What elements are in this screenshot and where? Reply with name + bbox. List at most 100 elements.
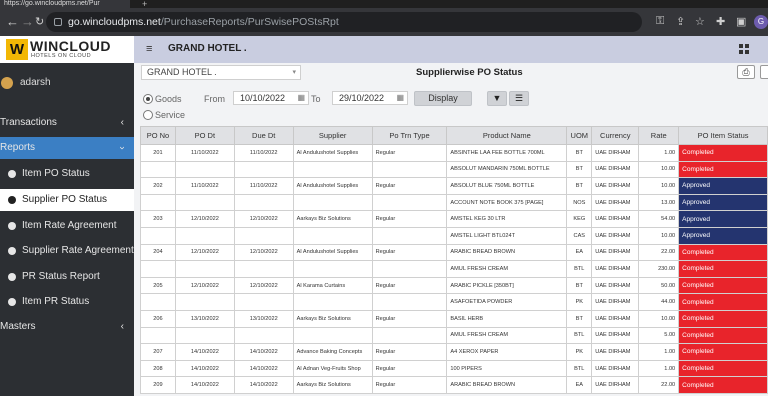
- table-row[interactable]: 204 12/10/2022 12/10/2022 Al Andulushotel S…: [140, 243, 768, 262]
- sidebar-item-label: Item Rate Agreement: [22, 220, 117, 231]
- table-cell: 12/10/2022: [174, 243, 235, 262]
- table-row[interactable]: AMUL FRESH CREAM BTL UAE DIRHAM 230.00 Compl…: [140, 260, 768, 278]
- column-header[interactable]: Due Dt: [233, 126, 294, 145]
- table-cell: [371, 226, 448, 245]
- table-row[interactable]: 209 14/10/2022 14/10/2022 Aarkays Biz Solut…: [140, 376, 768, 394]
- sidebar-item-item-rate-agreement[interactable]: Item Rate Agreement: [0, 215, 134, 237]
- sidebar-item-supplier-po-status[interactable]: Supplier PO Status: [0, 189, 134, 211]
- table-row[interactable]: 201 11/10/2022 11/10/2022 Al Andulushotel S…: [140, 144, 768, 162]
- table-cell: UAE DIRHAM: [591, 177, 640, 195]
- table-row[interactable]: 205 12/10/2022 12/10/2022 Al Karama Curtain…: [140, 276, 768, 295]
- column-header[interactable]: PO No: [140, 126, 176, 145]
- table-cell: AMUL FRESH CREAM: [446, 326, 568, 345]
- table-cell: [140, 193, 176, 212]
- list-view-button[interactable]: ☰: [509, 91, 529, 106]
- column-header[interactable]: PO Item Status: [678, 126, 768, 145]
- table-row[interactable]: 202 11/10/2022 11/10/2022 Al Andulushotel S…: [140, 177, 768, 195]
- table-cell: NOS: [566, 193, 593, 212]
- table-cell: 207: [140, 343, 176, 361]
- table-row[interactable]: ACCOUNT NOTE BOOK 375 [PAGE] NOS UAE DIRHA…: [140, 193, 768, 212]
- column-header[interactable]: PO Dt: [174, 126, 235, 145]
- star-icon[interactable]: ☆: [695, 15, 705, 28]
- table-cell: [233, 160, 294, 179]
- table-cell: EA: [566, 376, 593, 394]
- export-button[interactable]: [760, 65, 768, 79]
- table-cell: 54.00: [638, 210, 680, 228]
- sidebar-item-label: Item PR Status: [22, 296, 90, 307]
- table-row[interactable]: 207 14/10/2022 14/10/2022 Advance Baking Co…: [140, 343, 768, 361]
- column-header[interactable]: Supplier: [292, 126, 373, 145]
- table-cell: 14/10/2022: [174, 376, 235, 394]
- menu-icon[interactable]: ≡: [146, 43, 152, 55]
- table-cell: [371, 326, 448, 345]
- table-cell: Regular: [371, 359, 448, 378]
- table-cell: BTL: [566, 359, 593, 378]
- sidebar-item-transactions[interactable]: Transactions ‹: [0, 112, 134, 134]
- reload-icon[interactable]: ↻: [35, 15, 44, 29]
- sidebar-item-reports[interactable]: Reports ‹: [0, 137, 134, 159]
- table-cell: Regular: [371, 309, 448, 328]
- table-cell: 12/10/2022: [233, 243, 294, 262]
- table-cell: 202: [140, 177, 176, 195]
- address-bar[interactable]: go.wincloudpms.net/PurchaseReports/PurSw…: [46, 12, 642, 32]
- table-row[interactable]: ABSOLUT MANDARIN 750ML BOTTLE BT UAE DIRHA…: [140, 160, 768, 179]
- key-icon[interactable]: ⚿: [656, 15, 664, 28]
- column-header[interactable]: Po Trn Type: [371, 126, 448, 145]
- table-cell: UAE DIRHAM: [591, 326, 640, 345]
- column-header[interactable]: UOM: [566, 126, 593, 145]
- column-header[interactable]: Rate: [638, 126, 680, 145]
- hotel-select[interactable]: GRAND HOTEL . ▾: [141, 65, 301, 80]
- display-button[interactable]: Display: [414, 91, 472, 106]
- status-badge: Completed: [678, 326, 768, 345]
- column-header[interactable]: Currency: [591, 126, 640, 145]
- service-radio[interactable]: [143, 110, 153, 120]
- calendar-icon[interactable]: ▦: [297, 92, 305, 104]
- table-header-row: PO No PO Dt Due Dt Supplier Po Trn Type …: [140, 126, 768, 145]
- table-cell: [292, 226, 373, 245]
- from-date-input[interactable]: 10/10/2022 ▦: [233, 91, 309, 105]
- profile-avatar[interactable]: G: [754, 15, 768, 29]
- back-icon[interactable]: ←: [6, 15, 19, 29]
- table-cell: ARABIC BREAD BROWN: [446, 376, 568, 394]
- table-row[interactable]: ASAFOETIDA POWDER PK UAE DIRHAM 44.00 Comple…: [140, 293, 768, 311]
- sidebar-item-item-po-status[interactable]: Item PO Status: [0, 163, 134, 185]
- sidebar-item-label: Reports: [0, 142, 36, 153]
- table-cell: BT: [566, 160, 593, 179]
- status-badge: Completed: [678, 309, 768, 328]
- sidepanel-icon[interactable]: ▣: [736, 15, 746, 28]
- goods-radio[interactable]: [143, 94, 153, 104]
- browser-tab[interactable]: https://go.wincloudpms.net/Pur: [0, 0, 130, 8]
- sidebar-item-masters[interactable]: Masters ‹: [0, 316, 134, 338]
- hotel-select-value: GRAND HOTEL .: [147, 67, 217, 77]
- to-date-input[interactable]: 29/10/2022 ▦: [332, 91, 408, 105]
- table-row[interactable]: 203 12/10/2022 12/10/2022 Aarkays Biz Solut…: [140, 210, 768, 228]
- table-cell: [233, 326, 294, 345]
- logo[interactable]: W WINCLOUD HOTELS ON CLOUD: [0, 36, 134, 63]
- table-row[interactable]: 206 13/10/2022 13/10/2022 Aarkays Biz Solut…: [140, 309, 768, 328]
- table-cell: ABSINTHE LAA FEE BOTTLE 700ML: [446, 144, 568, 162]
- table-cell: [233, 260, 294, 278]
- user-profile[interactable]: adarsh: [0, 73, 134, 93]
- extensions-icon[interactable]: ✚: [716, 15, 725, 28]
- table-cell: UAE DIRHAM: [591, 226, 640, 245]
- sidebar-item-supplier-rate-agreement[interactable]: Supplier Rate Agreement: [0, 240, 134, 262]
- sidebar-item-pr-status-report[interactable]: PR Status Report: [0, 266, 134, 288]
- table-row[interactable]: 208 14/10/2022 14/10/2022 Al Adnan Veg-Frui…: [140, 359, 768, 378]
- table-cell: 14/10/2022: [233, 376, 294, 394]
- calendar-icon[interactable]: ▦: [396, 92, 404, 104]
- table-row[interactable]: AMUL FRESH CREAM BTL UAE DIRHAM 5.00 Complet…: [140, 326, 768, 345]
- apps-grid-icon[interactable]: [739, 44, 749, 54]
- table-cell: [371, 193, 448, 212]
- share-icon[interactable]: ⇪: [676, 15, 685, 28]
- column-header[interactable]: Product Name: [446, 126, 568, 145]
- table-cell: [292, 293, 373, 311]
- table-cell: 14/10/2022: [233, 359, 294, 378]
- table-row[interactable]: AMSTEL LIGHT BTL024T CAS UAE DIRHAM 10.00 Ap…: [140, 226, 768, 245]
- print-button[interactable]: ⎙: [737, 65, 755, 79]
- table-cell: 22.00: [638, 243, 680, 262]
- logo-mark: W: [6, 39, 28, 60]
- filter-button[interactable]: ▼: [487, 91, 507, 106]
- sidebar-item-item-pr-status[interactable]: Item PR Status: [0, 291, 134, 313]
- page-title: Supplierwise PO Status: [416, 67, 523, 78]
- forward-icon[interactable]: →: [21, 15, 34, 29]
